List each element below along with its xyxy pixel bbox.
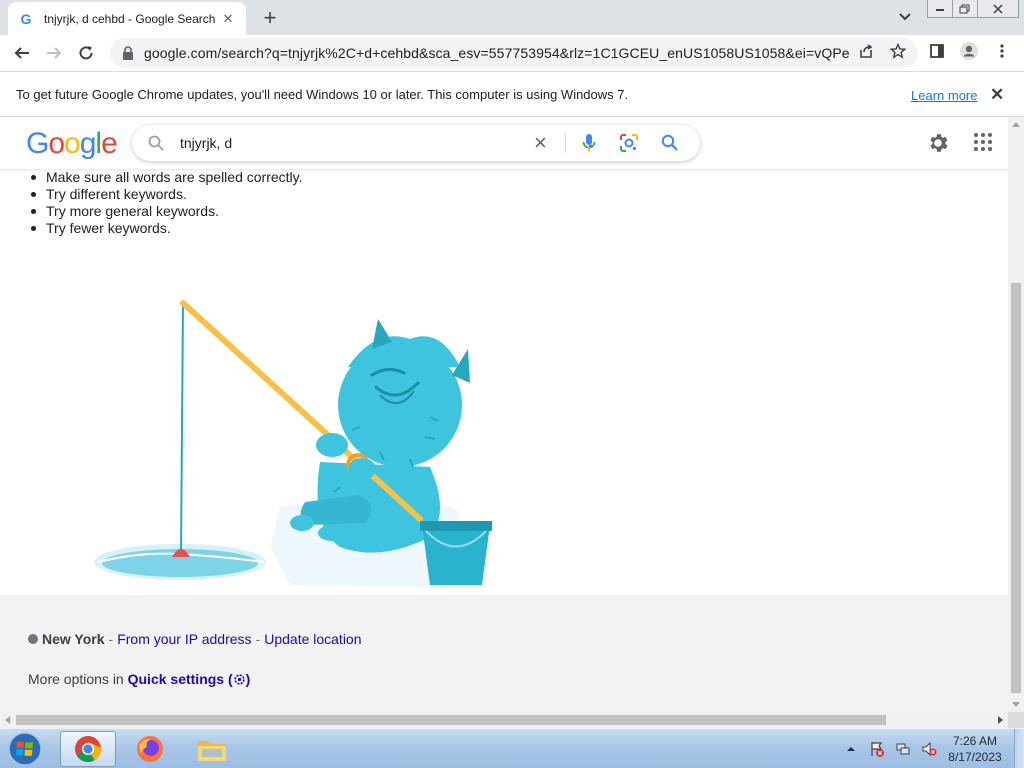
bookmark-star-icon[interactable] xyxy=(888,41,908,61)
forward-button[interactable] xyxy=(42,41,66,65)
taskbar-firefox-button[interactable] xyxy=(122,731,178,767)
tab-strip: G tnjyrjk, d cehbd - Google Search ✕ + xyxy=(0,0,1024,35)
search-box: × xyxy=(132,125,700,161)
clock-date: 8/17/2023 xyxy=(948,750,1002,764)
logo-letter: e xyxy=(101,127,118,160)
vertical-scroll-thumb[interactable] xyxy=(1011,283,1021,693)
logo-letter: o xyxy=(48,127,65,160)
url-text: google.com/search?q=tnjyrjk%2C+d+cehbd&s… xyxy=(144,45,849,61)
more-options-prefix: More options in xyxy=(28,671,124,687)
restore-button[interactable] xyxy=(952,0,978,18)
settings-gear-icon[interactable] xyxy=(926,131,950,155)
location-source-link[interactable]: From your IP address xyxy=(117,631,251,647)
separator: - xyxy=(255,631,261,647)
quick-settings-label: Quick settings xyxy=(127,671,225,687)
location-footer: New York - From your IP address - Update… xyxy=(0,595,1008,712)
google-favicon-icon: G xyxy=(20,10,32,27)
infobar-close-icon[interactable]: ✕ xyxy=(990,85,1004,105)
address-bar[interactable]: google.com/search?q=tnjyrjk%2C+d+cehbd&s… xyxy=(110,38,918,68)
vertical-scrollbar[interactable] xyxy=(1008,117,1024,712)
windows-start-orb-icon xyxy=(8,732,42,766)
reload-button[interactable] xyxy=(74,41,98,65)
file-explorer-folder-icon xyxy=(198,741,226,761)
quick-settings-link[interactable]: Quick settings () xyxy=(128,671,251,687)
new-tab-button[interactable]: + xyxy=(258,5,282,30)
logo-letter: G xyxy=(26,127,49,160)
profile-avatar-icon[interactable] xyxy=(959,41,979,61)
google-lens-icon[interactable] xyxy=(619,133,639,153)
horizontal-scroll-thumb[interactable] xyxy=(16,715,886,725)
chrome-menu-icon[interactable] xyxy=(992,41,1012,61)
start-button[interactable] xyxy=(4,730,46,768)
no-results-fishing-illustration xyxy=(94,300,492,587)
firefox-icon xyxy=(137,736,163,762)
lock-icon xyxy=(123,46,133,60)
update-infobar: To get future Google Chrome updates, you… xyxy=(0,71,1024,117)
horizontal-scrollbar[interactable] xyxy=(0,712,1008,728)
scroll-left-arrow-icon[interactable] xyxy=(5,716,10,724)
list-item: Try fewer keywords. xyxy=(28,220,303,237)
taskbar-chrome-button[interactable] xyxy=(60,731,116,767)
volume-muted-icon[interactable] xyxy=(920,741,938,757)
separator: - xyxy=(108,631,114,647)
search-divider xyxy=(565,133,566,153)
more-options-line: More options in Quick settings () xyxy=(28,671,250,687)
back-button[interactable] xyxy=(10,41,34,65)
location-name: New York xyxy=(42,631,105,647)
system-tray xyxy=(842,729,946,768)
show-desktop-button[interactable] xyxy=(1014,729,1024,768)
search-icon xyxy=(148,135,164,151)
logo-letter: g xyxy=(79,127,97,160)
logo-letter: o xyxy=(64,127,81,160)
search-submit-icon[interactable] xyxy=(661,134,679,152)
search-tips-list: Make sure all words are spelled correctl… xyxy=(28,169,303,237)
minimize-button[interactable] xyxy=(927,0,953,18)
clock-time: 7:26 AM xyxy=(952,734,998,748)
list-item: Make sure all words are spelled correctl… xyxy=(28,169,303,186)
infobar-message: To get future Google Chrome updates, you… xyxy=(16,87,629,102)
google-logo[interactable]: Google xyxy=(26,127,118,161)
browser-tab[interactable]: G tnjyrjk, d cehbd - Google Search ✕ xyxy=(8,2,246,35)
google-header: Google × xyxy=(0,117,1008,169)
close-window-button[interactable] xyxy=(977,0,1019,18)
clear-search-icon[interactable]: × xyxy=(534,132,547,154)
show-hidden-icons-arrow-icon[interactable] xyxy=(842,741,860,757)
quick-settings-gear-icon xyxy=(233,674,245,685)
chrome-icon xyxy=(75,736,101,763)
google-results-page: Google × xyxy=(0,117,1008,712)
tab-search-chevron-icon[interactable] xyxy=(896,8,914,26)
search-input[interactable] xyxy=(180,133,560,153)
system-clock[interactable]: 7:26 AM 8/17/2023 xyxy=(940,733,1010,765)
location-line: New York - From your IP address - Update… xyxy=(28,631,362,647)
learn-more-link[interactable]: Learn more xyxy=(911,88,977,103)
action-center-flag-icon[interactable] xyxy=(868,741,886,757)
scroll-down-arrow-icon[interactable] xyxy=(1012,702,1020,707)
microphone-icon[interactable] xyxy=(581,133,597,153)
tab-title: tnjyrjk, d cehbd - Google Search xyxy=(44,11,216,26)
list-item: Try more general keywords. xyxy=(28,203,303,220)
windows-taskbar: 7:26 AM 8/17/2023 xyxy=(0,728,1024,768)
share-icon[interactable] xyxy=(856,41,876,61)
google-apps-icon[interactable] xyxy=(974,133,992,151)
list-item: Try different keywords. xyxy=(28,186,303,203)
scroll-right-arrow-icon[interactable] xyxy=(998,716,1003,724)
browser-toolbar: google.com/search?q=tnjyrjk%2C+d+cehbd&s… xyxy=(0,35,1024,71)
location-dot-icon xyxy=(28,634,38,644)
taskbar-explorer-button[interactable] xyxy=(184,731,240,767)
scroll-up-arrow-icon[interactable] xyxy=(1012,122,1020,127)
tab-close-icon[interactable]: ✕ xyxy=(220,11,236,27)
side-panel-icon[interactable] xyxy=(927,41,947,61)
update-location-link[interactable]: Update location xyxy=(264,631,361,647)
scrollbar-corner xyxy=(1008,712,1024,728)
network-icon[interactable] xyxy=(894,741,912,757)
